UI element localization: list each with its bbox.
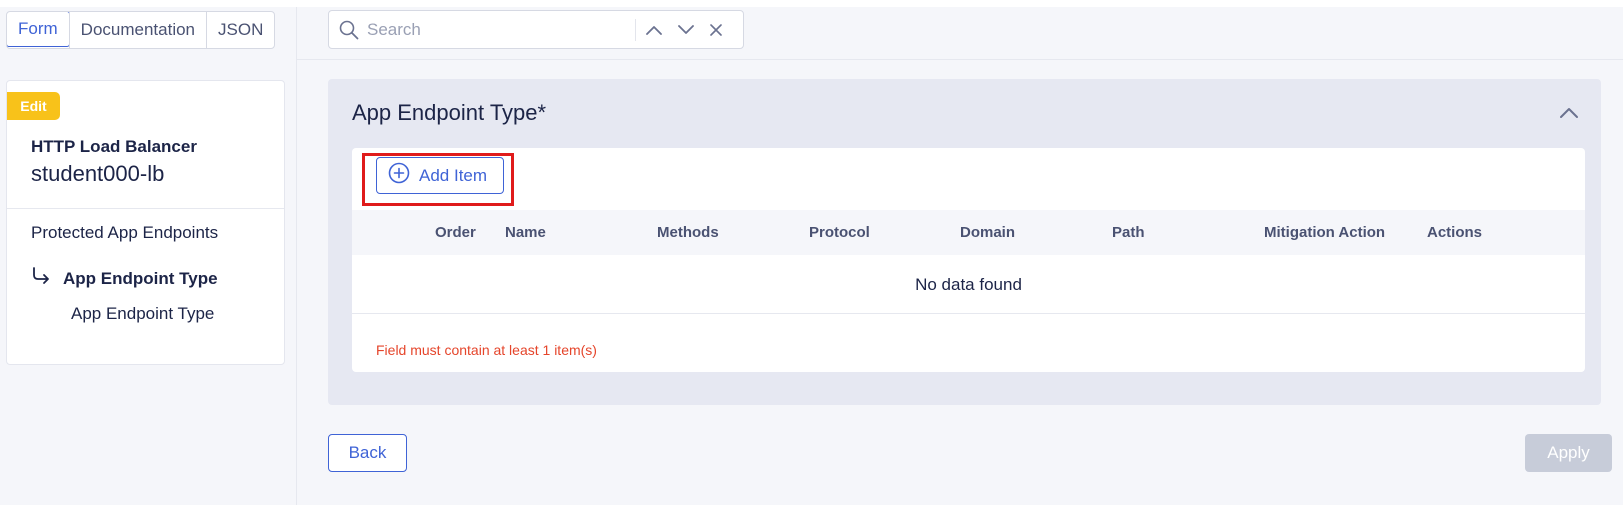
search-bar bbox=[328, 10, 744, 49]
table-header: Order Name Methods Protocol Domain Path … bbox=[352, 210, 1585, 255]
top-strip bbox=[0, 0, 1623, 7]
left-panel: Form Documentation JSON Edit HTTP Load B… bbox=[0, 7, 297, 505]
nav-item-app-endpoint-type[interactable]: App Endpoint Type bbox=[31, 267, 218, 291]
search-icon bbox=[339, 20, 359, 40]
add-item-button[interactable]: Add Item bbox=[376, 157, 504, 194]
tab-form[interactable]: Form bbox=[7, 12, 70, 47]
chevron-up-icon[interactable] bbox=[643, 19, 665, 41]
close-icon[interactable] bbox=[705, 19, 727, 41]
object-info-card: Edit HTTP Load Balancer student000-lb Pr… bbox=[6, 80, 285, 365]
chevron-up-icon[interactable] bbox=[1557, 101, 1581, 125]
validation-error: Field must contain at least 1 item(s) bbox=[376, 342, 597, 358]
column-protocol[interactable]: Protocol bbox=[809, 224, 870, 241]
header-divider bbox=[297, 59, 1623, 60]
search-input[interactable] bbox=[367, 17, 647, 43]
empty-table-row: No data found bbox=[352, 255, 1585, 314]
column-mitigation-action[interactable]: Mitigation Action bbox=[1264, 224, 1385, 241]
object-type: HTTP Load Balancer bbox=[31, 137, 197, 156]
column-order[interactable]: Order bbox=[435, 224, 476, 241]
edit-badge: Edit bbox=[7, 92, 60, 120]
column-name[interactable]: Name bbox=[505, 224, 546, 241]
app-endpoint-type-section: App Endpoint Type* Add Item Order Name M… bbox=[328, 79, 1601, 405]
divider bbox=[7, 208, 284, 209]
tab-documentation[interactable]: Documentation bbox=[68, 12, 206, 48]
plus-circle-icon bbox=[388, 162, 410, 189]
object-name: student000-lb bbox=[31, 161, 165, 186]
apply-button[interactable]: Apply bbox=[1525, 434, 1612, 472]
back-button[interactable]: Back bbox=[328, 434, 407, 472]
section-title: App Endpoint Type* bbox=[352, 100, 547, 125]
column-methods[interactable]: Methods bbox=[657, 224, 719, 241]
column-actions: Actions bbox=[1427, 224, 1483, 241]
chevron-down-icon[interactable] bbox=[675, 19, 697, 41]
turn-right-arrow-icon bbox=[31, 267, 51, 291]
column-domain[interactable]: Domain bbox=[960, 224, 1015, 241]
tab-json[interactable]: JSON bbox=[206, 12, 274, 48]
items-table-card: Add Item Order Name Methods Protocol Dom… bbox=[352, 148, 1585, 372]
column-path[interactable]: Path bbox=[1112, 224, 1145, 241]
add-item-label: Add Item bbox=[419, 165, 488, 185]
view-tabs: Form Documentation JSON bbox=[6, 11, 276, 49]
search-divider bbox=[635, 19, 636, 41]
empty-message: No data found bbox=[915, 275, 1022, 294]
nav-active-label: App Endpoint Type bbox=[63, 269, 218, 288]
nav-item-protected-app-endpoints[interactable]: Protected App Endpoints bbox=[31, 223, 218, 243]
nav-subitem-app-endpoint-type[interactable]: App Endpoint Type bbox=[71, 304, 214, 324]
